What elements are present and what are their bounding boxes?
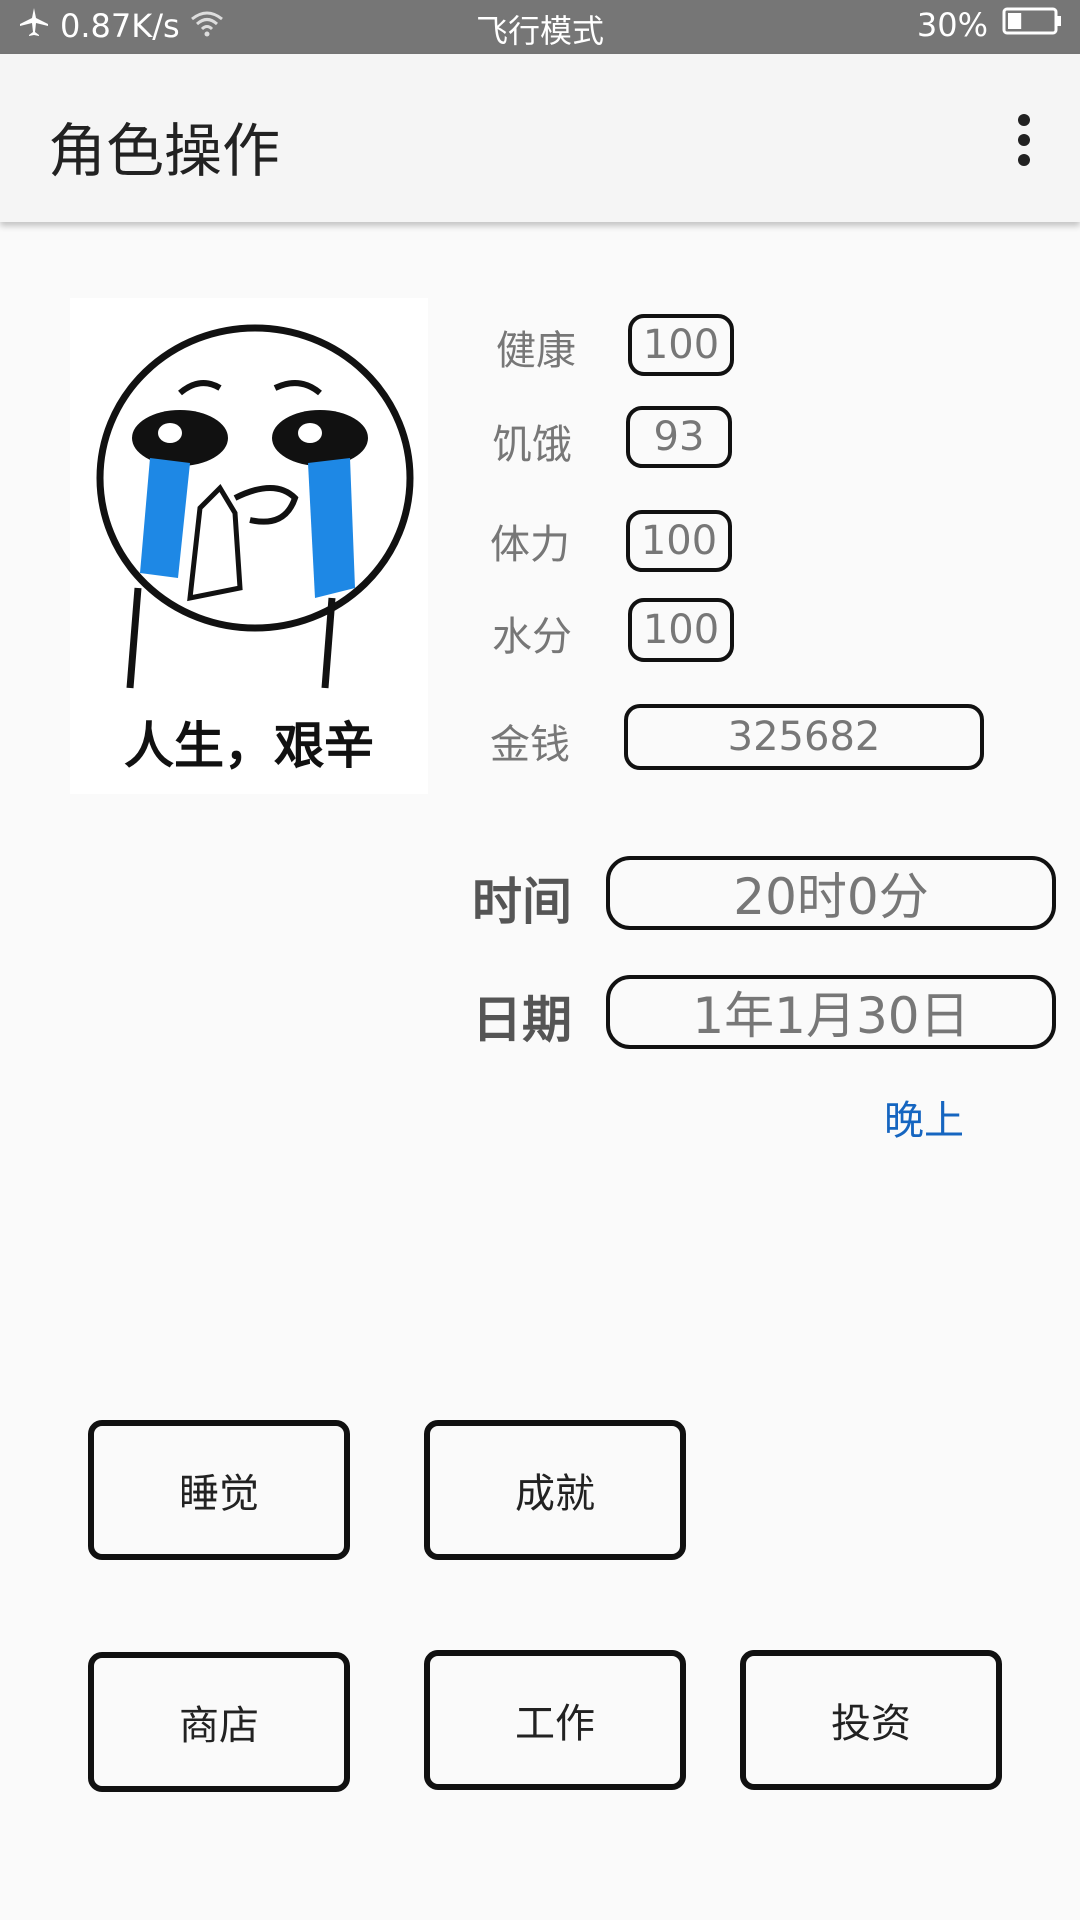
stat-value-hunger: 93 [626, 406, 732, 468]
stat-label-water: 水分 [492, 614, 572, 660]
app-bar: 角色操作 [0, 54, 1080, 222]
battery-icon [1002, 6, 1062, 44]
invest-button[interactable]: 投资 [740, 1650, 1002, 1790]
character-avatar: 人生，艰辛 [70, 298, 428, 794]
crying-face-icon [96, 324, 414, 689]
stat-label-hunger: 饥饿 [492, 422, 572, 468]
stat-value-stamina: 100 [626, 510, 732, 572]
achievement-button[interactable]: 成就 [424, 1420, 686, 1560]
stat-value-health: 100 [628, 314, 734, 376]
battery-percent: 30% [916, 6, 988, 44]
more-vert-icon[interactable] [1004, 110, 1044, 170]
date-value: 1年1月30日 [606, 975, 1056, 1049]
status-right: 30% [917, 6, 1062, 44]
stat-value-water: 100 [628, 598, 734, 662]
stat-label-stamina: 体力 [490, 522, 570, 568]
status-bar: 0.87K/s 飞行模式 30% [0, 0, 1080, 54]
avatar-caption: 人生，艰辛 [124, 717, 374, 775]
stat-label-health: 健康 [496, 328, 576, 374]
money-value: 325682 [624, 704, 984, 770]
money-label: 金钱 [490, 722, 570, 768]
page-title: 角色操作 [48, 117, 281, 185]
time-label: 时间 [472, 873, 572, 931]
shop-button[interactable]: 商店 [88, 1652, 350, 1792]
period-of-day: 晚上 [884, 1098, 964, 1144]
sleep-button[interactable]: 睡觉 [88, 1420, 350, 1560]
date-label: 日期 [472, 991, 572, 1049]
time-value: 20时0分 [606, 856, 1056, 930]
work-button[interactable]: 工作 [424, 1650, 686, 1790]
